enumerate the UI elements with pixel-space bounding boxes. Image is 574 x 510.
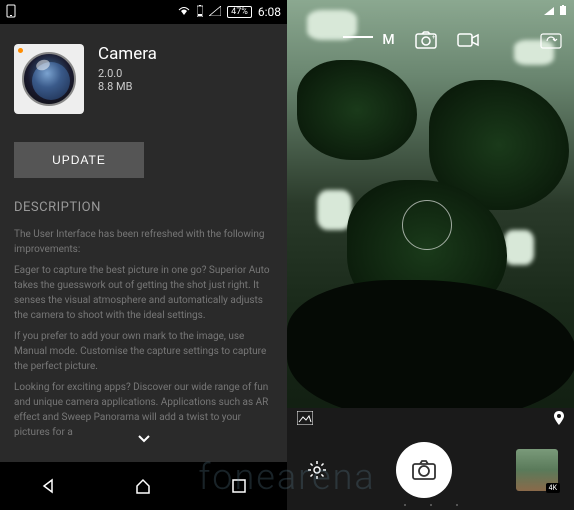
app-update-panel: 47% 6:08 Camera 2.0.0 8.8 MB UPDATE DESC… xyxy=(0,0,287,510)
clock-text: 6:08 xyxy=(258,5,281,19)
expand-down-button[interactable] xyxy=(132,426,156,454)
wifi-icon xyxy=(177,5,191,19)
shutter-button[interactable] xyxy=(396,442,452,498)
app-title: Camera xyxy=(98,44,157,64)
signal-icon xyxy=(544,5,554,18)
battery-percent: 47% xyxy=(227,6,252,18)
status-bar: 47% 6:08 xyxy=(0,0,287,24)
navigation-bar xyxy=(0,462,287,510)
home-button[interactable] xyxy=(129,472,157,500)
camera-info-bar xyxy=(287,408,574,430)
description-section: DESCRIPTION The User Interface has been … xyxy=(0,186,287,460)
switch-camera-button[interactable] xyxy=(540,31,562,49)
camera-viewfinder[interactable] xyxy=(287,0,574,408)
battery-low-icon xyxy=(197,5,203,20)
battery-icon xyxy=(560,5,566,18)
description-body: The User Interface has been refreshed wi… xyxy=(14,227,273,440)
svg-text:+: + xyxy=(432,34,436,41)
camera-viewfinder-panel: M + 4K xyxy=(287,0,574,510)
camera-controls: 4K xyxy=(287,430,574,510)
nav-indicator-dots xyxy=(404,504,458,506)
focus-ring xyxy=(402,200,452,250)
camera-status-bar xyxy=(287,0,574,22)
camera-app-icon xyxy=(14,44,84,114)
description-heading: DESCRIPTION xyxy=(14,200,273,215)
recent-apps-button[interactable] xyxy=(225,472,253,500)
scene-icon xyxy=(297,411,313,428)
signal-icon xyxy=(209,5,221,19)
resolution-badge: 4K xyxy=(546,483,560,493)
phone-icon xyxy=(6,4,16,21)
mode-underline xyxy=(343,36,373,38)
update-button[interactable]: UPDATE xyxy=(14,142,144,178)
settings-button[interactable] xyxy=(303,456,331,484)
app-header: Camera 2.0.0 8.8 MB xyxy=(0,24,287,134)
location-icon[interactable] xyxy=(554,411,564,428)
back-button[interactable] xyxy=(34,472,62,500)
photo-mode-tab[interactable]: + xyxy=(415,31,437,49)
video-mode-tab[interactable] xyxy=(457,33,479,47)
gallery-thumbnail[interactable]: 4K xyxy=(516,449,558,491)
app-size: 8.8 MB xyxy=(98,80,157,93)
app-version: 2.0.0 xyxy=(98,67,157,80)
camera-mode-bar: M + xyxy=(287,22,574,58)
manual-mode-tab[interactable]: M xyxy=(382,32,394,48)
